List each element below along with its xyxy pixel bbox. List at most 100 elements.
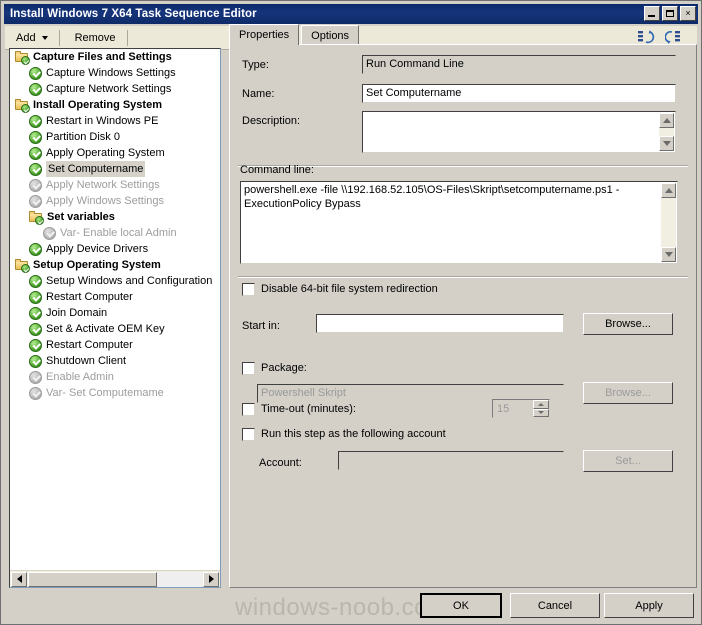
tab-strip: Properties Options bbox=[229, 24, 361, 45]
description-scroll-down-button[interactable] bbox=[659, 136, 674, 151]
tab-options-label: Options bbox=[311, 29, 350, 42]
tree-item[interactable]: Restart Computer bbox=[10, 337, 220, 353]
tree-item[interactable]: Capture Windows Settings bbox=[10, 65, 220, 81]
tab-options[interactable]: Options bbox=[301, 25, 360, 45]
tree-item-label: Enable Admin bbox=[46, 371, 114, 383]
tree-item[interactable]: Apply Network Settings bbox=[10, 177, 220, 193]
tree-item[interactable]: Restart Computer bbox=[10, 289, 220, 305]
command-line-value: powershell.exe -file \\192.168.52.105\OS… bbox=[244, 184, 620, 210]
cancel-button[interactable]: Cancel bbox=[510, 593, 600, 618]
scroll-left-button[interactable] bbox=[11, 571, 27, 587]
tree-item[interactable]: Apply Device Drivers bbox=[10, 241, 220, 257]
toolbar-separator-1 bbox=[58, 29, 60, 46]
tree-item[interactable]: Apply Operating System bbox=[10, 145, 220, 161]
tree-item-label: Join Domain bbox=[46, 307, 108, 319]
maximize-button[interactable] bbox=[662, 6, 678, 21]
description-input[interactable] bbox=[362, 111, 676, 153]
task-sequence-tree[interactable]: Capture Files and Settings Capture Window… bbox=[9, 48, 221, 588]
tree-item-label: Shutdown Client bbox=[46, 355, 127, 367]
description-scroll-up-button[interactable] bbox=[659, 113, 674, 128]
disable-redirection-box[interactable] bbox=[242, 283, 255, 296]
add-button[interactable]: Add bbox=[9, 27, 55, 49]
tree-item-label: Capture Windows Settings bbox=[46, 67, 176, 79]
start-in-label: Start in: bbox=[242, 320, 280, 332]
check-badge-icon bbox=[21, 104, 30, 113]
check-disabled-icon bbox=[43, 226, 56, 240]
timeout-increment-button bbox=[533, 400, 549, 409]
scroll-thumb[interactable] bbox=[28, 571, 157, 587]
package-browse-label: Browse... bbox=[605, 387, 651, 399]
start-in-input[interactable] bbox=[316, 314, 564, 333]
tree-item[interactable]: Capture Files and Settings bbox=[10, 49, 220, 65]
start-in-browse-button[interactable]: Browse... bbox=[583, 313, 673, 335]
tree-item[interactable]: Shutdown Client bbox=[10, 353, 220, 369]
folder-icon bbox=[14, 97, 30, 113]
package-checkbox[interactable]: Package: bbox=[242, 362, 307, 375]
timeout-stepper-buttons bbox=[533, 400, 549, 417]
tree-item-label: Apply Windows Settings bbox=[46, 195, 164, 207]
close-button[interactable]: × bbox=[680, 6, 696, 21]
minimize-button[interactable] bbox=[644, 6, 660, 21]
check-icon bbox=[29, 82, 42, 96]
account-set-label: Set... bbox=[615, 455, 641, 467]
tab-properties[interactable]: Properties bbox=[229, 24, 300, 45]
tree-horizontal-scrollbar[interactable] bbox=[10, 570, 220, 587]
apply-button[interactable]: Apply bbox=[604, 593, 694, 618]
disable-redirection-checkbox[interactable]: Disable 64-bit file system redirection bbox=[242, 283, 438, 296]
run-as-account-box[interactable] bbox=[242, 428, 255, 441]
timeout-value: 15 bbox=[497, 402, 510, 415]
tree-item[interactable]: Setup Operating System bbox=[10, 257, 220, 273]
tree-item[interactable]: Setup Windows and Configuration bbox=[10, 273, 220, 289]
window-frame: Install Windows 7 X64 Task Sequence Edit… bbox=[0, 0, 702, 625]
tree-item-label: Apply Device Drivers bbox=[46, 243, 149, 255]
ok-button[interactable]: OK bbox=[420, 593, 502, 618]
tree-item[interactable]: Restart in Windows PE bbox=[10, 113, 220, 129]
check-disabled-icon bbox=[29, 370, 42, 384]
tree-item[interactable]: Install Operating System bbox=[10, 97, 220, 113]
tree-item[interactable]: Var- Set Computemame bbox=[10, 385, 220, 401]
tree-item[interactable]: Set variables bbox=[10, 209, 220, 225]
tree-item[interactable]: Var- Enable local Admin bbox=[10, 225, 220, 241]
tree-item-label: Restart Computer bbox=[46, 291, 133, 303]
description-scrollbar[interactable] bbox=[659, 113, 674, 151]
run-as-account-label: Run this step as the following account bbox=[261, 428, 446, 440]
tree-item[interactable]: Partition Disk 0 bbox=[10, 129, 220, 145]
type-value: Run Command Line bbox=[362, 55, 676, 74]
tree-item[interactable]: Capture Network Settings bbox=[10, 81, 220, 97]
name-input[interactable]: Set Computername bbox=[362, 84, 676, 103]
task-sequence-tree-items: Capture Files and Settings Capture Window… bbox=[10, 49, 220, 570]
package-label: Package: bbox=[261, 362, 307, 374]
check-badge-icon bbox=[21, 264, 30, 273]
check-icon bbox=[29, 146, 42, 160]
check-icon bbox=[29, 130, 42, 144]
run-as-account-checkbox[interactable]: Run this step as the following account bbox=[242, 428, 446, 441]
name-label: Name: bbox=[242, 88, 275, 100]
command-line-scroll-up-button[interactable] bbox=[661, 183, 676, 198]
tree-item-label: Install Operating System bbox=[33, 99, 162, 111]
scroll-track[interactable] bbox=[28, 571, 202, 587]
properties-page: Type: Run Command Line Name: Set Compute… bbox=[229, 44, 697, 588]
tree-item-label: Partition Disk 0 bbox=[46, 131, 120, 143]
remove-button[interactable]: Remove bbox=[68, 27, 123, 49]
check-icon bbox=[29, 338, 42, 352]
check-disabled-icon bbox=[29, 194, 42, 208]
tree-item[interactable]: Join Domain bbox=[10, 305, 220, 321]
tree-item[interactable]: Set & Activate OEM Key bbox=[10, 321, 220, 337]
check-icon bbox=[29, 162, 42, 176]
command-line-input[interactable]: powershell.exe -file \\192.168.52.105\OS… bbox=[240, 181, 678, 264]
tree-item[interactable]: Set Computername bbox=[10, 161, 220, 177]
folder-icon bbox=[14, 49, 30, 65]
tree-item[interactable]: Apply Windows Settings bbox=[10, 193, 220, 209]
timeout-box[interactable] bbox=[242, 403, 255, 416]
tree-item[interactable]: Enable Admin bbox=[10, 369, 220, 385]
tree-item-label: Capture Network Settings bbox=[46, 83, 172, 95]
timeout-label: Time-out (minutes): bbox=[261, 403, 356, 415]
command-line-scroll-down-button[interactable] bbox=[661, 247, 676, 262]
scroll-right-button[interactable] bbox=[203, 571, 219, 587]
tree-item-label: Var- Enable local Admin bbox=[60, 227, 177, 239]
command-line-scrollbar[interactable] bbox=[661, 183, 676, 262]
timeout-checkbox[interactable]: Time-out (minutes): bbox=[242, 403, 356, 416]
timeout-stepper: 15 bbox=[492, 399, 550, 418]
command-line-label: Command line: bbox=[240, 164, 314, 176]
package-box[interactable] bbox=[242, 362, 255, 375]
